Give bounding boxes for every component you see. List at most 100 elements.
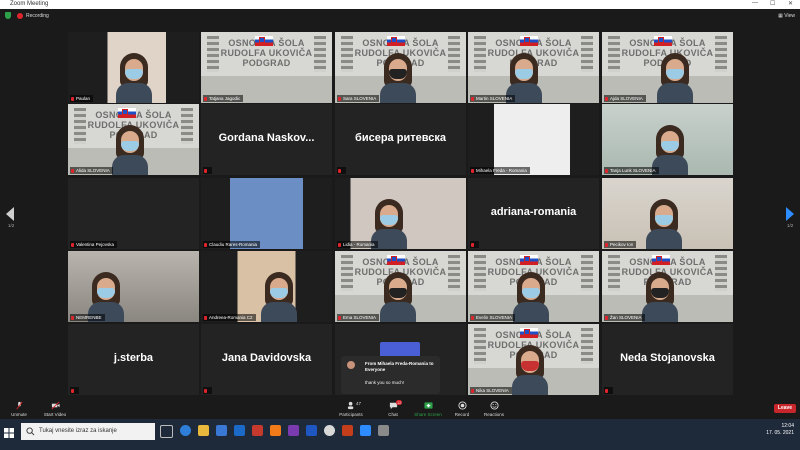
leave-button[interactable]: Leave	[774, 404, 796, 413]
participant-name-label: Tatjana Jagodic	[203, 95, 244, 102]
gallery-grid: Paulan OSNOVNA ŠOLA RUDOLFA UKOVIČA PODGR…	[0, 0, 800, 400]
participant-tile[interactable]: Jana Davidovska	[201, 324, 332, 395]
windows-taskbar: Tukaj vnesite izraz za iskanje 12:04 17.…	[0, 419, 800, 450]
participant-name: Valentina Pejovska	[76, 242, 114, 247]
participant-tile[interactable]: Tanja Lunk SLOVENIA	[602, 104, 733, 175]
participant-tile[interactable]: OSNOVNA ŠOLA RUDOLFA UKOVIČA PODGRADSara…	[335, 32, 466, 103]
reactions-button[interactable]: Reactions	[481, 401, 507, 417]
app-icon-red[interactable]	[252, 425, 263, 436]
record-icon	[457, 401, 467, 410]
share-screen-button[interactable]: Share Screen	[413, 401, 443, 417]
participant-video	[642, 272, 678, 322]
app-icon-gray[interactable]	[378, 425, 389, 436]
next-page-icon[interactable]	[785, 206, 795, 222]
participant-display-name: Gordana Naskov...	[218, 132, 315, 144]
participant-name-label: Nika SLOVENIA	[470, 387, 512, 394]
smiley-icon	[489, 401, 499, 410]
participant-video	[112, 125, 148, 175]
store-icon[interactable]	[216, 425, 227, 436]
participant-video	[116, 53, 152, 103]
participant-tile[interactable]: OSNOVNA ŠOLA RUDOLFA UKOVIČA PODGRADEvel…	[468, 251, 599, 322]
participant-tile[interactable]: Valentina Pejovska	[68, 178, 199, 249]
participant-name: Martin SLOVENIA	[476, 96, 513, 101]
muted-mic-icon	[605, 168, 608, 173]
participant-tile[interactable]: Neda Stojanovska	[602, 324, 733, 395]
taskbar-search-input[interactable]: Tukaj vnesite izraz za iskanje	[21, 423, 155, 440]
participant-tile[interactable]: OSNOVNA ŠOLA RUDOLFA UKOVIČA PODGRAD Tatj…	[201, 32, 332, 103]
muted-mic-icon	[471, 315, 474, 320]
unmute-button[interactable]: Unmute	[8, 401, 30, 417]
record-button[interactable]: Record	[452, 401, 472, 417]
participant-name: Alida SLOVENIA	[76, 168, 110, 173]
chrome-icon[interactable]	[324, 425, 335, 436]
participant-display-name: adriana-romania	[490, 206, 577, 218]
zoom-icon[interactable]	[360, 425, 371, 436]
participant-tile[interactable]: OSNOVNA ŠOLA RUDOLFA UKOVIČA PODGRADEma …	[335, 251, 466, 322]
muted-mic-icon	[471, 168, 474, 173]
chat-popup[interactable]: From Mihaela Freda-Romania to Everyone t…	[341, 356, 440, 394]
participant-name: Lidia - Romania	[343, 242, 375, 247]
participant-name: Ajda SLOVENIA	[610, 96, 643, 101]
word-icon[interactable]	[306, 425, 317, 436]
vivaldi-icon[interactable]	[270, 425, 281, 436]
participant-name-label: Alida SLOVENIA	[70, 167, 113, 174]
share-screen-icon	[423, 402, 433, 409]
muted-mic-icon	[204, 242, 207, 247]
windows-start-icon[interactable]	[4, 428, 14, 438]
muted-mic-icon	[71, 242, 74, 247]
participant-name-label	[203, 167, 212, 174]
participant-name: Andreea-Romania C2	[209, 315, 253, 320]
mail-icon[interactable]	[234, 425, 245, 436]
participant-name: Tatjana Jagodic	[209, 96, 241, 101]
participant-tile[interactable]: adriana-romania	[468, 178, 599, 249]
muted-mic-icon	[71, 168, 74, 173]
search-placeholder: Tukaj vnesite izraz za iskanje	[39, 428, 117, 434]
participant-tile[interactable]: OSNOVNA ŠOLA RUDOLFA UKOVIČA PODGRADAlid…	[68, 104, 199, 175]
participant-tile[interactable]: NEMRENBE	[68, 251, 199, 322]
participant-tile[interactable]: OSNOVNA ŠOLA RUDOLFA UKOVIČA PODGRADAjda…	[602, 32, 733, 103]
participant-name-label: Ajda SLOVENIA	[604, 95, 646, 102]
task-view-icon[interactable]	[160, 425, 173, 438]
edge-icon[interactable]	[180, 425, 191, 436]
participant-tile[interactable]: Gordana Naskov...	[201, 104, 332, 175]
powerpoint-icon[interactable]	[342, 425, 353, 436]
participant-name-label: Martin SLOVENIA	[470, 95, 516, 102]
muted-mic-icon	[605, 242, 608, 247]
participant-tile[interactable]: Lidia - Romania	[335, 178, 466, 249]
participant-tile[interactable]: j.sterba	[68, 324, 199, 395]
participant-tile[interactable]: Pecikov Ion	[602, 178, 733, 249]
muted-mic-icon	[471, 388, 474, 393]
participant-tile[interactable]: OSNOVNA ŠOLA RUDOLFA UKOVIČA PODGRADŽan …	[602, 251, 733, 322]
slovenia-flag-icon	[520, 36, 538, 46]
participant-tile[interactable]: Paulan	[68, 32, 199, 103]
participants-button[interactable]: Participants	[336, 401, 366, 417]
participant-tile[interactable]: OSNOVNA ŠOLA RUDOLFA UKOVIČA PODGRADMart…	[468, 32, 599, 103]
muted-mic-icon	[71, 96, 74, 101]
muted-mic-icon	[338, 96, 341, 101]
participant-name-label: Sara SLOVENIA	[337, 95, 380, 102]
participant-name-label: Lidia - Romania	[337, 241, 378, 248]
clock-time: 12:04	[781, 423, 794, 429]
participant-video	[513, 272, 549, 322]
participant-display-name: бисера ритевска	[355, 132, 446, 144]
file-explorer-icon[interactable]	[198, 425, 209, 436]
shared-thumbnail	[380, 342, 420, 356]
start-video-button[interactable]: Start Video	[40, 401, 70, 417]
participant-tile[interactable]: Claudiu Rares-Romania	[201, 178, 332, 249]
participant-tile[interactable]: OSNOVNA ŠOLA RUDOLFA UKOVIČA PODGRADNika…	[468, 324, 599, 395]
system-tray[interactable]: 12:04 17. 05. 2021	[766, 423, 794, 437]
app-icon-purple[interactable]	[288, 425, 299, 436]
muted-mic-icon	[204, 315, 207, 320]
muted-mic-icon	[471, 242, 474, 247]
participant-tile[interactable]: бисера ритевска	[335, 104, 466, 175]
participant-tile[interactable]: Andreea-Romania C2	[201, 251, 332, 322]
participant-video	[380, 272, 416, 322]
participant-name-label: Paulan	[70, 95, 94, 102]
participant-name: Mihaela Freda - Romania	[476, 168, 527, 173]
participant-name: Žan SLOVENIA	[610, 315, 642, 320]
participant-tile[interactable]: Mihaela Freda - Romania	[468, 104, 599, 175]
participant-name-label: Pecikov Ion	[604, 241, 637, 248]
participant-name-label: Ema SLOVENIA	[337, 314, 380, 321]
previous-page-icon[interactable]	[5, 206, 15, 222]
chat-message: thank you so much!	[365, 380, 405, 385]
